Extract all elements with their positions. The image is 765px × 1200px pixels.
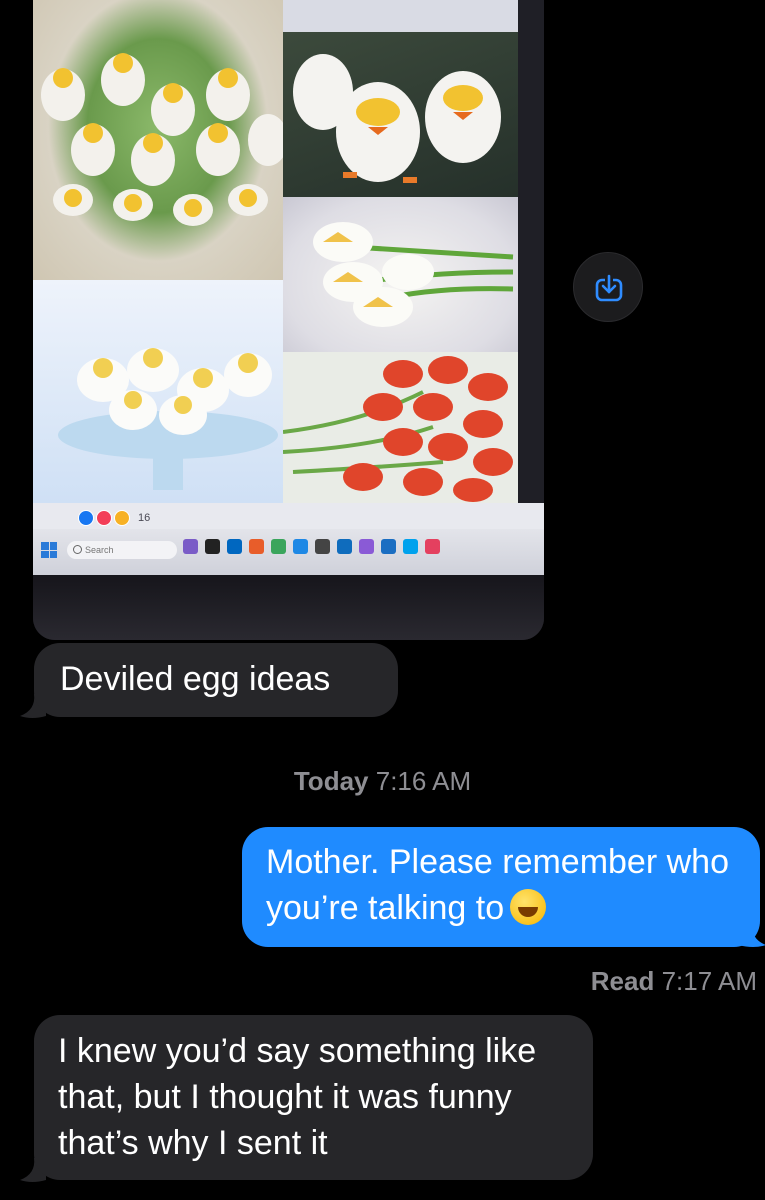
egg-photo-cake-stand (33, 280, 283, 503)
read-time: 7:17 AM (661, 966, 757, 996)
save-download-icon (595, 274, 623, 302)
heart-icon (96, 510, 112, 526)
rolling-on-floor-laughing-emoji-icon (510, 889, 547, 926)
reaction-count: 16 (138, 512, 151, 524)
monitor-bottom-edge (33, 575, 544, 640)
timestamp-time: 7:16 AM (375, 766, 472, 796)
message-text: Mother. Please remember who you’re talki… (266, 843, 729, 927)
windows-start-icon (41, 542, 57, 558)
conversation-timestamp: Today 7:16 AM (0, 766, 765, 797)
taskbar-search: Search (67, 541, 177, 559)
windows-taskbar: Search (33, 529, 544, 575)
message-bubble-outgoing[interactable]: Mother. Please remember who you’re talki… (242, 827, 760, 947)
like-icon (78, 510, 94, 526)
egg-photo-tulips (283, 197, 518, 352)
egg-photo-chicks-platter (33, 0, 283, 280)
read-receipt: Read 7:17 AM (591, 966, 757, 997)
save-image-button[interactable] (573, 252, 643, 322)
search-icon (73, 545, 82, 554)
image-attachment[interactable]: 16 Search (33, 0, 544, 640)
read-label: Read (590, 966, 655, 996)
egg-photo-tomato-tulips (283, 352, 518, 503)
message-bubble-incoming[interactable]: Deviled egg ideas (34, 643, 398, 717)
taskbar-app-icons (183, 539, 440, 554)
timestamp-day: Today (293, 766, 369, 796)
egg-photo-hatching-chicks (283, 32, 518, 197)
monitor-screen: 16 Search (33, 0, 544, 575)
message-bubble-incoming[interactable]: I knew you’d say something like that, bu… (34, 1015, 593, 1180)
message-text: I knew you’d say something like that, bu… (58, 1032, 537, 1162)
reactions: 16 (78, 510, 150, 526)
screen-sidebar-right (518, 0, 544, 503)
taskbar-search-label: Search (85, 545, 114, 555)
care-icon (114, 510, 130, 526)
message-text: Deviled egg ideas (60, 660, 331, 698)
